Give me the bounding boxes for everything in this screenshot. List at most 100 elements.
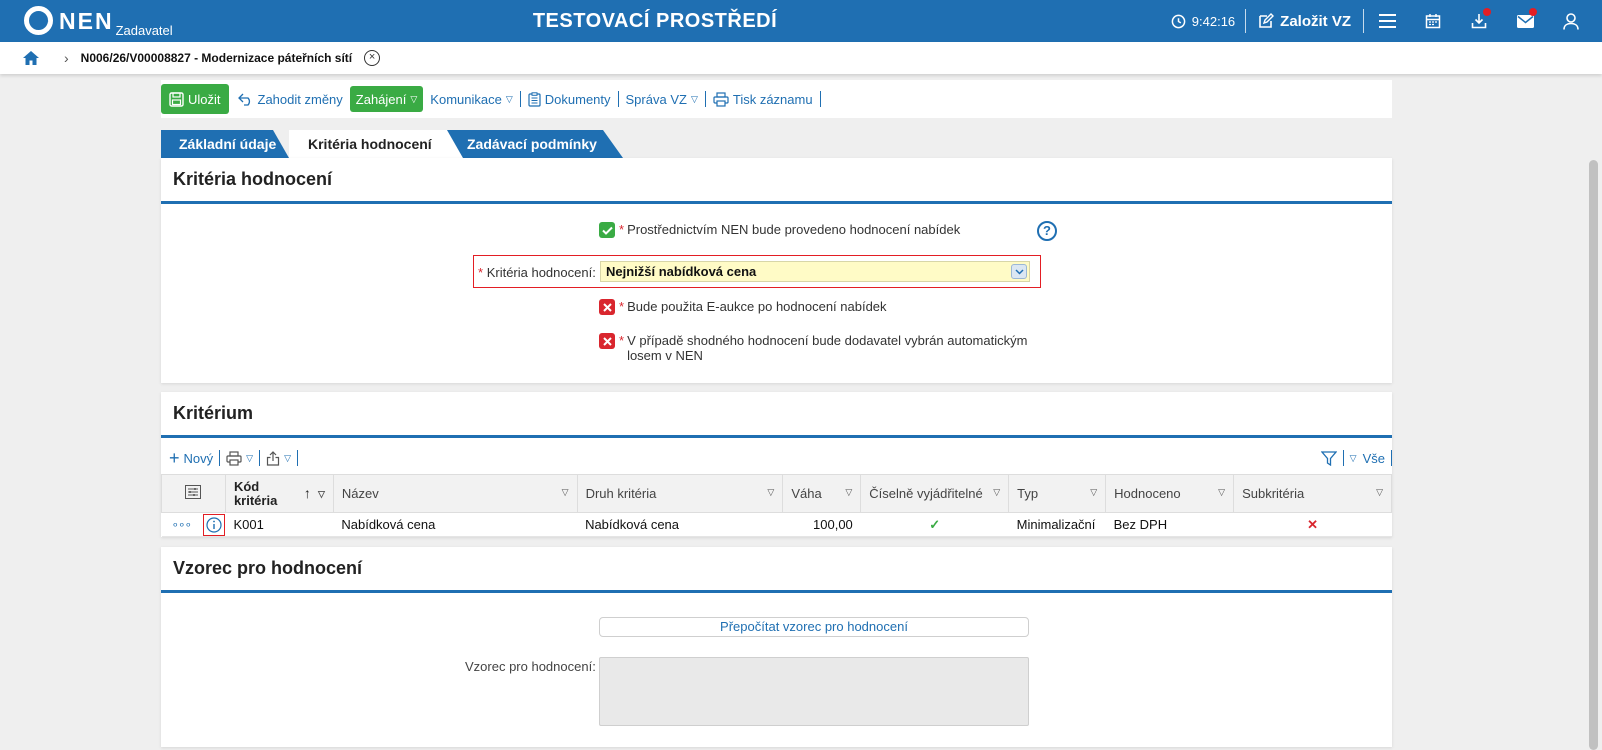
menu-button[interactable] <box>1364 0 1410 42</box>
dropdown-triangle-icon[interactable]: ▽ <box>845 487 852 498</box>
tab-evaluation-criteria[interactable]: Kritéria hodnocení <box>289 130 449 158</box>
criteria-table: Kód kritéria ↑ ▽ Název ▽ Druh kritéria ▽ V… <box>161 474 1392 537</box>
filter-icon <box>1320 450 1337 466</box>
communication-dropdown[interactable]: Komunikace ▽ <box>423 92 519 107</box>
dropdown-triangle-icon[interactable]: ▽ <box>993 487 1000 498</box>
more-options-icon[interactable]: ∘∘∘ <box>172 517 193 531</box>
column-settings-header[interactable] <box>161 474 226 513</box>
dropdown-triangle-icon[interactable]: ▽ <box>1090 487 1097 498</box>
divider <box>1391 450 1392 466</box>
column-header-type[interactable]: Typ ▽ <box>1008 474 1107 513</box>
recalculate-formula-button[interactable]: Přepočítat vzorec pro hodnocení <box>599 617 1029 637</box>
dropdown-triangle-icon[interactable]: ▽ <box>1376 487 1383 498</box>
print-record-button[interactable]: Tisk záznamu <box>706 92 820 107</box>
home-button[interactable] <box>22 50 40 66</box>
documents-label: Dokumenty <box>544 91 611 107</box>
cross-icon: ✕ <box>1233 512 1392 537</box>
formula-textarea[interactable] <box>599 657 1029 726</box>
cell-evaluated: Bez DPH <box>1105 512 1234 537</box>
manage-dropdown[interactable]: Správa VZ ▽ <box>619 92 705 107</box>
cell-name: Nabídková cena <box>333 512 578 537</box>
messages-button[interactable] <box>1502 0 1548 42</box>
dropdown-triangle-icon[interactable]: ▽ <box>767 487 774 498</box>
dropdown-triangle-icon: ▽ <box>410 93 418 104</box>
column-header-numeric[interactable]: Číselně vyjádřitelné ▽ <box>860 474 1010 513</box>
required-marker: * <box>619 333 625 348</box>
criteria-select-value: Nejnižší nabídková cena <box>606 264 757 279</box>
documents-button[interactable]: Dokumenty <box>521 92 618 107</box>
info-icon[interactable] <box>202 513 225 536</box>
breadcrumb-current[interactable]: N006/26/V00008827 - Modernizace páteřníc… <box>81 51 352 65</box>
criteria-panel: Kritéria hodnocení * Prostřednictvím NEN… <box>161 158 1392 383</box>
divider <box>296 450 298 466</box>
action-toolbar: Uložit Zahodit změny Zahájení ▽ Komunika… <box>161 80 1392 118</box>
clipboard-icon <box>528 91 541 107</box>
save-button[interactable]: Uložit <box>161 84 229 114</box>
new-label: Nový <box>183 450 214 466</box>
eauction-label: Bude použita E-aukce po hodnocení nabíde… <box>627 299 887 314</box>
export-dropdown[interactable]: ▽ <box>260 450 297 466</box>
tab-tender-conditions[interactable]: Zadávací podmínky <box>449 130 619 158</box>
breadcrumb: › N006/26/V00008827 - Modernizace páteřn… <box>0 42 1602 74</box>
scrollbar[interactable] <box>1589 160 1598 750</box>
eval-by-nen-label: Prostřednictvím NEN bude provedeno hodno… <box>627 222 961 237</box>
printer-icon <box>226 450 242 466</box>
new-button[interactable]: + Nový <box>161 448 219 469</box>
checkbox-unchecked-icon[interactable] <box>599 299 615 315</box>
checkbox-checked-icon[interactable] <box>599 222 615 238</box>
edit-icon <box>1259 13 1275 28</box>
discard-changes-button[interactable]: Zahodit změny <box>231 92 350 107</box>
manage-label: Správa VZ <box>625 91 687 107</box>
panel-title: Vzorec pro hodnocení <box>161 547 1392 593</box>
create-tender-label: Založit VZ <box>1280 12 1351 30</box>
close-icon[interactable]: × <box>364 50 381 66</box>
cell-weight: 100,00 <box>782 512 861 537</box>
print-label: Tisk záznamu <box>732 91 813 107</box>
checkbox-unchecked-icon[interactable] <box>599 333 615 349</box>
filter-button[interactable] <box>1315 450 1343 466</box>
envelope-icon <box>1516 14 1534 28</box>
column-header-name[interactable]: Název ▽ <box>332 474 578 513</box>
printer-icon <box>713 91 729 107</box>
dropdown-triangle-icon[interactable]: ▽ <box>562 487 569 498</box>
start-label: Zahájení <box>355 91 407 107</box>
save-icon <box>169 91 184 107</box>
column-header-weight[interactable]: Váha ▽ <box>782 474 862 513</box>
criterion-panel: Kritérium + Nový ▽ ▽ ▽ Vše Kód kritéria … <box>161 392 1392 537</box>
settings-sliders-icon <box>185 485 202 499</box>
tab-basic-data[interactable]: Základní údaje <box>161 130 289 158</box>
downloads-button[interactable] <box>1456 0 1502 42</box>
plus-icon: + <box>169 447 180 468</box>
user-button[interactable] <box>1548 0 1594 42</box>
formula-panel: Vzorec pro hodnocení Přepočítat vzorec p… <box>161 547 1392 747</box>
calendar-button[interactable] <box>1410 0 1456 42</box>
eauction-row: * Bude použita E-aukce po hodnocení nabí… <box>599 299 887 315</box>
view-all-dropdown[interactable]: ▽ Vše <box>1344 451 1391 466</box>
criteria-select-label: * Kritéria hodnocení: <box>478 265 596 280</box>
criteria-select[interactable]: Nejnižší nabídková cena <box>600 261 1030 282</box>
help-icon[interactable]: ? <box>1037 221 1057 241</box>
dropdown-triangle-icon: ▽ <box>690 93 698 104</box>
column-header-kind[interactable]: Druh kritéria ▽ <box>576 474 784 513</box>
table-row[interactable]: ∘∘∘ K001 Nabídková cena Nabídková cena 1… <box>161 512 1392 537</box>
start-dropdown[interactable]: Zahájení ▽ <box>349 86 424 112</box>
required-marker: * <box>619 222 625 237</box>
calendar-icon <box>1425 14 1441 29</box>
user-icon <box>1563 12 1579 30</box>
dropdown-triangle-icon[interactable]: ▽ <box>318 487 325 501</box>
clock-time: 9:42:16 <box>1191 13 1236 29</box>
print-dropdown[interactable]: ▽ <box>220 450 259 466</box>
dropdown-triangle-icon[interactable]: ▽ <box>1218 487 1225 498</box>
divider <box>819 91 821 107</box>
chevron-down-icon[interactable] <box>1011 264 1027 279</box>
notification-dot <box>1529 8 1537 16</box>
column-header-code[interactable]: Kód kritéria ↑ ▽ <box>224 474 334 513</box>
row-actions-cell: ∘∘∘ <box>161 512 226 537</box>
column-header-evaluated[interactable]: Hodnoceno ▽ <box>1105 474 1235 513</box>
grid-toolbar: + Nový ▽ ▽ ▽ Vše <box>161 441 1392 475</box>
top-bar: NEN Zadavatel TESTOVACÍ PROSTŘEDÍ 9:42:1… <box>0 0 1602 42</box>
create-tender-button[interactable]: Založit VZ <box>1246 13 1363 30</box>
sort-ascending-icon[interactable]: ↑ <box>304 486 311 500</box>
dropdown-triangle-icon: ▽ <box>1349 452 1357 463</box>
column-header-subcriteria[interactable]: Subkritéria ▽ <box>1233 474 1392 513</box>
